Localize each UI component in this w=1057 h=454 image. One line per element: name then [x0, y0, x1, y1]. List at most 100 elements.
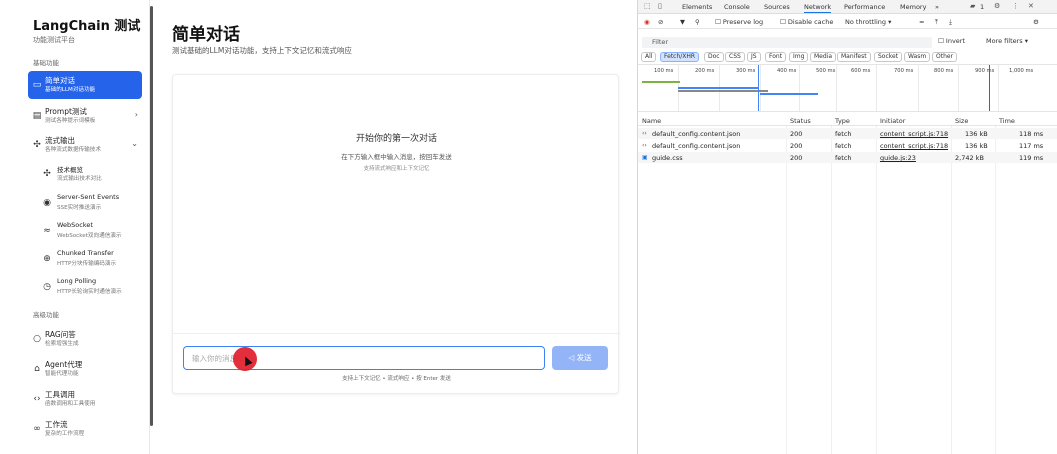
- tab-performance[interactable]: Performance: [844, 3, 885, 11]
- type-socket[interactable]: Socket: [874, 52, 903, 62]
- close-icon[interactable]: ✕: [1028, 2, 1034, 10]
- table-row[interactable]: ‹› default_config.content.json 200 fetch…: [638, 128, 1057, 139]
- clear-icon[interactable]: ⊘: [658, 18, 663, 26]
- row-initiator[interactable]: content_script.js:718: [880, 130, 950, 138]
- empty-state-hint: 支持流式响应和上下文记忆: [363, 166, 430, 172]
- divider: [173, 333, 620, 334]
- issues-count: 1: [980, 3, 985, 11]
- json-icon: ‹›: [642, 130, 647, 137]
- nav-title: 技术概览: [57, 166, 83, 174]
- sidebar-item-tools[interactable]: ‹› 工具调用 函数调用和工具使用: [28, 385, 142, 413]
- table-row[interactable]: ‹› default_config.content.json 200 fetch…: [638, 140, 1057, 151]
- send-label: 发送: [576, 353, 592, 362]
- document-icon: ▤: [32, 111, 42, 121]
- row-time: 117 ms: [1019, 142, 1044, 150]
- preserve-log-label: Preserve log: [722, 18, 764, 26]
- device-toolbar-icon[interactable]: ▯: [658, 2, 662, 10]
- devtools-tabbar: ⬚ ▯ Elements Console Sources Network Per…: [638, 0, 1057, 14]
- sidebar-item-agent[interactable]: ⌂ Agent代理 智能代理功能: [28, 355, 142, 383]
- filter-funnel-icon[interactable]: ▼: [680, 18, 685, 26]
- row-initiator[interactable]: guide.js:23: [880, 154, 950, 162]
- type-img[interactable]: Img: [789, 52, 809, 62]
- search-icon[interactable]: ⚲: [695, 18, 700, 26]
- download-icon[interactable]: ⤓: [949, 18, 952, 27]
- col-initiator[interactable]: Initiator: [880, 117, 905, 125]
- invert-checkbox[interactable]: ☐ Invert: [938, 37, 965, 45]
- row-size: 2,742 kB: [955, 154, 984, 162]
- table-row[interactable]: ▣ guide.css 200 fetch guide.js:23 2,742 …: [638, 152, 1057, 163]
- issues-icon[interactable]: ▰: [970, 2, 975, 10]
- sidebar-item-overview[interactable]: ✣ 技术概览 流式输出技术对比: [28, 160, 142, 188]
- type-wasm[interactable]: Wasm: [904, 52, 931, 62]
- sidebar-item-chunked[interactable]: ⊕ Chunked Transfer HTTP分块传输编码演示: [28, 245, 142, 273]
- section-basic: 基础功能: [33, 59, 59, 67]
- column-divider: [786, 126, 787, 454]
- type-fetch-xhr[interactable]: Fetch/XHR: [660, 52, 700, 62]
- dom-content-loaded-marker: [758, 65, 759, 111]
- type-font[interactable]: Font: [765, 52, 787, 62]
- sidebar-item-streaming[interactable]: ✣ 流式输出 各种流式数据传输技术 ⌄: [28, 131, 142, 159]
- sidebar-item-rag[interactable]: ○ RAG问答 检索增强生成: [28, 325, 142, 353]
- type-doc[interactable]: Doc: [704, 52, 724, 62]
- row-size: 136 kB: [965, 142, 988, 150]
- nav-desc: 测试各种提示词模板: [45, 118, 96, 124]
- wifi-icon[interactable]: ≈: [919, 18, 924, 26]
- page-title: 简单对话: [172, 25, 240, 45]
- timeline-tick: 500 ms: [816, 68, 836, 74]
- filter-bar: Filter ☐ Invert More filters ▾: [638, 37, 1057, 49]
- type-js[interactable]: JS: [747, 52, 761, 62]
- preserve-log-checkbox[interactable]: ☐ Preserve log: [715, 18, 763, 26]
- kebab-menu-icon[interactable]: ⋮: [1012, 2, 1019, 10]
- nav-desc: WebSocket双向通信演示: [57, 233, 122, 239]
- col-size[interactable]: Size: [955, 117, 968, 125]
- app-root: LangChain 测试 功能测试平台 基础功能 ▭ 简单对话 基础的LLM对话…: [0, 0, 1057, 454]
- col-status[interactable]: Status: [790, 117, 811, 125]
- brand-subtitle: 功能测试平台: [33, 36, 75, 44]
- more-filters-button[interactable]: More filters ▾: [986, 37, 1028, 45]
- network-timeline[interactable]: 100 ms 200 ms 300 ms 400 ms 500 ms 600 m…: [638, 64, 1057, 112]
- tab-elements[interactable]: Elements: [682, 3, 712, 11]
- sidebar-scrollbar[interactable]: [150, 6, 153, 426]
- sidebar-item-websocket[interactable]: ≈ WebSocket WebSocket双向通信演示: [28, 217, 142, 245]
- col-name[interactable]: Name: [642, 117, 661, 125]
- load-marker: [989, 65, 990, 111]
- tab-console[interactable]: Console: [724, 3, 750, 11]
- type-other[interactable]: Other: [932, 52, 958, 62]
- chevron-down-icon: ⌄: [131, 139, 138, 148]
- column-divider: [831, 126, 832, 454]
- timeline-tick: 200 ms: [695, 68, 715, 74]
- record-icon[interactable]: ◉: [644, 18, 650, 26]
- network-settings-icon[interactable]: ⚙: [1033, 18, 1039, 26]
- invert-label: Invert: [945, 37, 966, 45]
- more-tabs-button[interactable]: »: [935, 3, 939, 11]
- type-css[interactable]: CSS: [725, 52, 745, 62]
- sidebar-item-sse[interactable]: ◉ Server-Sent Events SSE实时推送演示: [28, 189, 142, 217]
- inspect-icon[interactable]: ⬚: [644, 2, 651, 10]
- type-all[interactable]: All: [641, 52, 657, 62]
- tab-memory[interactable]: Memory: [900, 3, 926, 11]
- timeline-tick: 400 ms: [777, 68, 797, 74]
- disable-cache-checkbox[interactable]: ☐ Disable cache: [780, 18, 833, 26]
- col-time[interactable]: Time: [999, 117, 1015, 125]
- throttling-select[interactable]: No throttling ▾: [845, 18, 891, 26]
- css-file-icon: ▣: [642, 154, 648, 161]
- filter-input[interactable]: Filter: [642, 37, 932, 48]
- sidebar-item-simple-chat[interactable]: ▭ 简单对话 基础的LLM对话功能: [28, 71, 142, 99]
- sidebar-item-long-polling[interactable]: ◷ Long Polling HTTP长轮询实时通信演示: [28, 273, 142, 301]
- sidebar-item-workflow[interactable]: ∞ 工作流 复杂的工作流程: [28, 415, 142, 443]
- type-manifest[interactable]: Manifest: [837, 52, 871, 62]
- upload-icon[interactable]: ⤒: [935, 18, 938, 27]
- type-media[interactable]: Media: [810, 52, 837, 62]
- send-button[interactable]: ◁ 发送: [552, 346, 608, 370]
- tab-sources[interactable]: Sources: [764, 3, 790, 11]
- settings-gear-icon[interactable]: ⚙: [994, 2, 1000, 10]
- timeline-gridline: [760, 65, 761, 111]
- row-type: fetch: [835, 130, 852, 138]
- timeline-gridline: [998, 65, 999, 111]
- tab-network[interactable]: Network: [804, 3, 832, 13]
- section-advanced: 高级功能: [33, 311, 59, 319]
- row-initiator[interactable]: content_script.js:718: [880, 142, 950, 150]
- timeline-gridline: [799, 65, 800, 111]
- sidebar-item-prompt[interactable]: ▤ Prompt测试 测试各种提示词模板 ›: [28, 102, 142, 130]
- col-type[interactable]: Type: [835, 117, 850, 125]
